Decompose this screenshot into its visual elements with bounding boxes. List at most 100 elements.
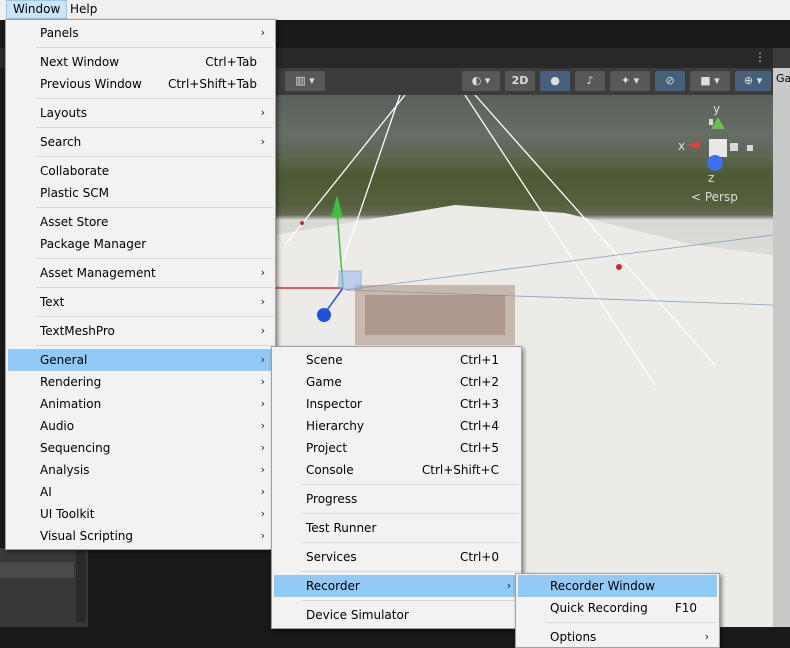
scrollbar[interactable]: [76, 548, 86, 622]
scene-visibility-icon[interactable]: ⊘: [655, 71, 685, 91]
menu-item-package-manager[interactable]: Package Manager: [8, 233, 273, 255]
menu-item-shortcut: Ctrl+0: [459, 550, 499, 564]
menubar: Window Help: [0, 0, 790, 20]
menu-item-label: Audio: [40, 419, 75, 433]
menu-item-panels[interactable]: Panels ›: [8, 22, 273, 44]
menu-item-device-simulator[interactable]: Device Simulator: [274, 604, 519, 626]
menu-item-recorder[interactable]: Recorder ›: [274, 575, 519, 597]
menu-separator: [36, 156, 273, 157]
menu-item-test-runner[interactable]: Test Runner: [274, 517, 519, 539]
chevron-right-icon: ›: [260, 266, 265, 279]
menu-item-animation[interactable]: Animation ›: [8, 393, 273, 415]
window-menu: Panels › Next Window Ctrl+Tab Previous Win…: [5, 19, 276, 550]
menu-item-label: Package Manager: [40, 237, 147, 251]
menu-separator: [302, 600, 519, 601]
chevron-right-icon: ›: [260, 485, 265, 498]
menu-item-label: Panels: [40, 26, 79, 40]
chevron-right-icon: ›: [260, 463, 265, 476]
right-panel: Ga: [773, 48, 790, 628]
menu-item-ui-toolkit[interactable]: UI Toolkit ›: [8, 503, 273, 525]
menu-item-shortcut: Ctrl+Shift+Tab: [167, 77, 257, 91]
menu-item-shortcut: Ctrl+2: [459, 375, 499, 389]
right-panel-header: [773, 48, 790, 68]
menu-item-scene[interactable]: Scene Ctrl+1: [274, 349, 519, 371]
menu-help[interactable]: Help: [64, 0, 103, 19]
menu-item-asset-store[interactable]: Asset Store: [8, 211, 273, 233]
menu-item-shortcut: Ctrl+1: [459, 353, 499, 367]
menu-item-sequencing[interactable]: Sequencing ›: [8, 437, 273, 459]
panel-row[interactable]: [0, 562, 74, 578]
lighting-toggle-icon[interactable]: ●: [540, 71, 570, 91]
menu-item-label: Asset Management: [40, 266, 156, 280]
menu-item-text[interactable]: Text ›: [8, 291, 273, 313]
gizmo-x-label: x: [678, 139, 686, 153]
tab-game[interactable]: Ga: [773, 68, 790, 90]
audio-mixer-dropdown[interactable]: ▥ ▾: [285, 71, 325, 91]
general-submenu: Scene Ctrl+1 Game Ctrl+2 Inspector Ctrl+3 H…: [271, 346, 522, 629]
menu-item-label: Test Runner: [306, 521, 377, 535]
crowd-objects: [355, 285, 515, 345]
kebab-menu-icon[interactable]: ⋮: [754, 50, 766, 64]
menu-item-label: Quick Recording: [550, 601, 648, 615]
menu-item-ai[interactable]: AI ›: [8, 481, 273, 503]
menu-item-audio[interactable]: Audio ›: [8, 415, 273, 437]
menu-item-shortcut: Ctrl+4: [459, 419, 499, 433]
camera-dropdown[interactable]: ■ ▾: [690, 71, 730, 91]
chevron-right-icon: ›: [260, 324, 265, 337]
shading-mode-dropdown[interactable]: ◐ ▾: [462, 71, 500, 91]
2d-mode-toggle[interactable]: 2D: [505, 71, 535, 91]
menu-item-label: General: [40, 353, 88, 367]
menu-item-previous-window[interactable]: Previous Window Ctrl+Shift+Tab: [8, 73, 273, 95]
menu-item-progress[interactable]: Progress: [274, 488, 519, 510]
menu-item-inspector[interactable]: Inspector Ctrl+3: [274, 393, 519, 415]
menu-item-label: Options: [550, 630, 597, 644]
menu-item-label: Inspector: [306, 397, 362, 411]
menu-item-label: Asset Store: [40, 215, 109, 229]
gizmo-z-label: z: [708, 171, 715, 185]
menu-item-services[interactable]: Services Ctrl+0: [274, 546, 519, 568]
gizmo-y-label: y: [713, 102, 721, 116]
menu-item-layouts[interactable]: Layouts ›: [8, 102, 273, 124]
menu-item-console[interactable]: Console Ctrl+Shift+C: [274, 459, 519, 481]
menu-item-project[interactable]: Project Ctrl+5: [274, 437, 519, 459]
menu-item-plastic-scm[interactable]: Plastic SCM: [8, 182, 273, 204]
menu-item-label: Collaborate: [40, 164, 110, 178]
audio-toggle-icon[interactable]: ♪: [575, 71, 605, 91]
menu-item-label: Scene: [306, 353, 343, 367]
menu-item-label: Layouts: [40, 106, 88, 120]
scene-toolbar: ▥ ▾ ◐ ▾ 2D ● ♪ ✦ ▾ ⊘ ■ ▾ ⊕ ▾: [275, 68, 773, 96]
menu-item-game[interactable]: Game Ctrl+2: [274, 371, 519, 393]
scene-object-marker: [616, 264, 622, 270]
menu-item-label: Device Simulator: [306, 608, 409, 622]
menu-separator: [36, 127, 273, 128]
menu-item-recorder-window[interactable]: Recorder Window: [518, 575, 717, 597]
menu-item-label: Project: [306, 441, 348, 455]
menu-item-analysis[interactable]: Analysis ›: [8, 459, 273, 481]
projection-toggle[interactable]: < Persp: [691, 190, 738, 204]
effects-dropdown[interactable]: ✦ ▾: [610, 71, 650, 91]
menu-separator: [36, 287, 273, 288]
menu-item-collaborate[interactable]: Collaborate: [8, 160, 273, 182]
menu-item-textmeshpro[interactable]: TextMeshPro ›: [8, 320, 273, 342]
menu-item-quick-recording[interactable]: Quick Recording F10: [518, 597, 717, 619]
menu-window[interactable]: Window: [6, 0, 68, 19]
chevron-right-icon: ›: [704, 630, 709, 643]
gizmos-dropdown[interactable]: ⊕ ▾: [735, 71, 771, 91]
menu-item-label: Search: [40, 135, 82, 149]
menu-item-next-window[interactable]: Next Window Ctrl+Tab: [8, 51, 273, 73]
menu-item-asset-management[interactable]: Asset Management ›: [8, 262, 273, 284]
chevron-right-icon: ›: [260, 26, 265, 39]
menu-item-options[interactable]: Options ›: [518, 626, 717, 648]
menu-item-rendering[interactable]: Rendering ›: [8, 371, 273, 393]
menu-separator: [36, 345, 273, 346]
chevron-right-icon: ›: [260, 106, 265, 119]
menu-item-visual-scripting[interactable]: Visual Scripting ›: [8, 525, 273, 547]
menu-item-label: TextMeshPro: [40, 324, 115, 338]
menu-item-shortcut: Ctrl+3: [459, 397, 499, 411]
menu-item-label: Progress: [306, 492, 358, 506]
menu-item-label: Plastic SCM: [40, 186, 109, 200]
menu-item-hierarchy[interactable]: Hierarchy Ctrl+4: [274, 415, 519, 437]
menu-item-general[interactable]: General ›: [8, 349, 273, 371]
menu-item-search[interactable]: Search ›: [8, 131, 273, 153]
chevron-right-icon: ›: [260, 135, 265, 148]
